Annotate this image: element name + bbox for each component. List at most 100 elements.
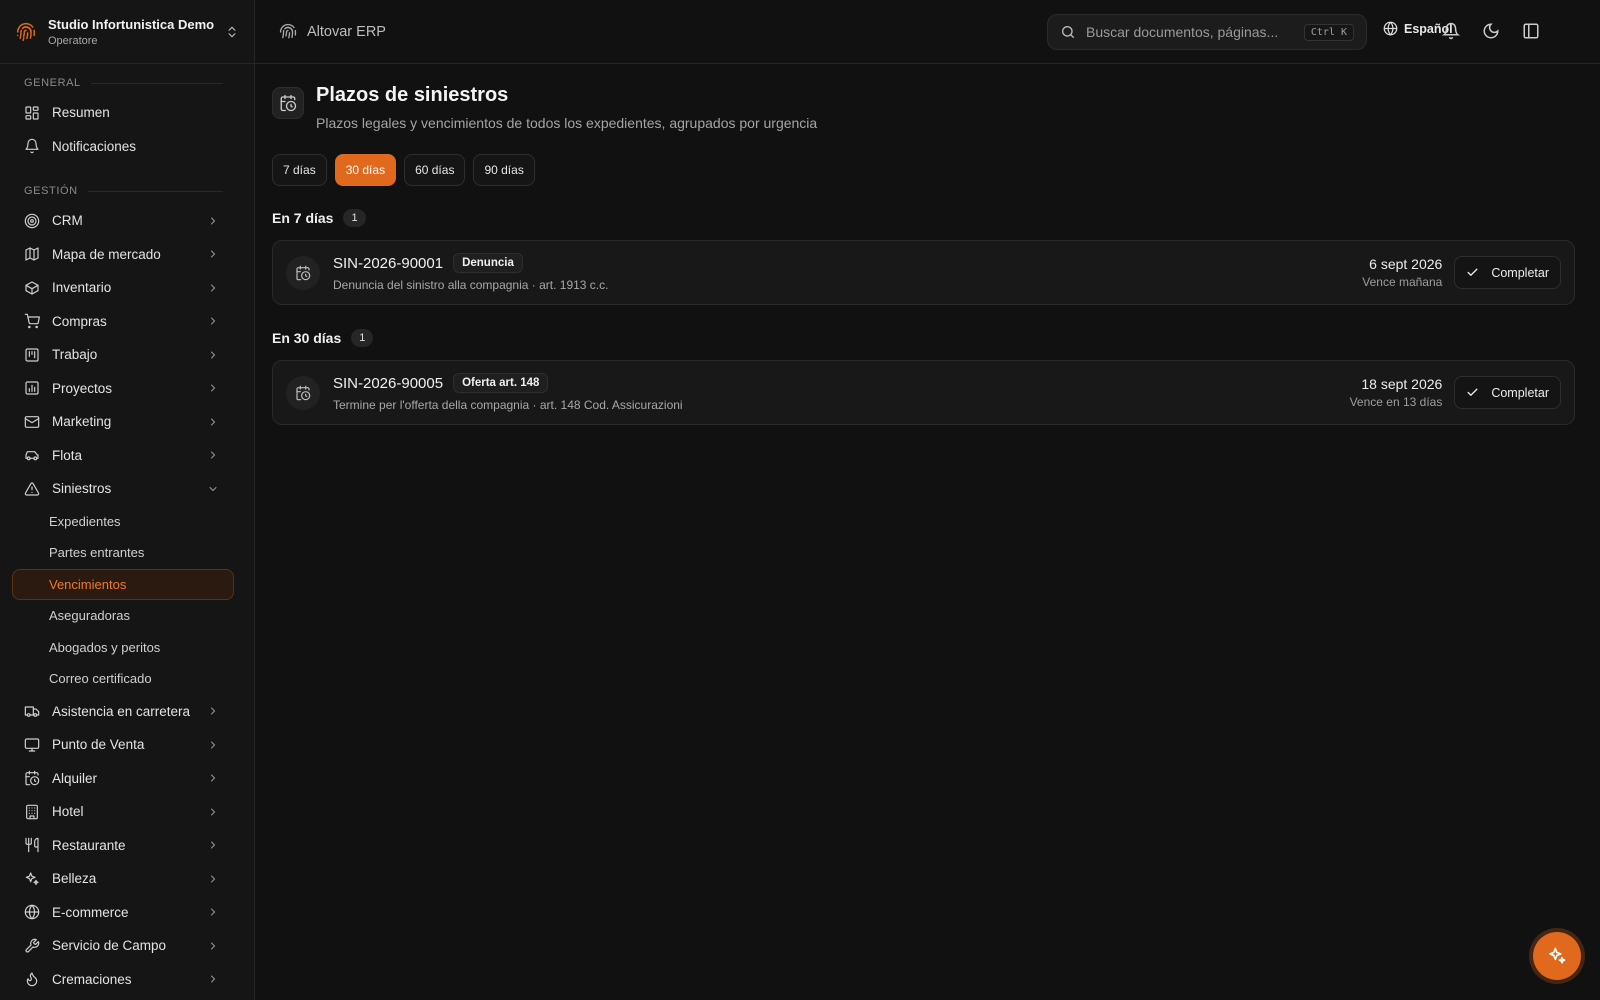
chevron-right-icon xyxy=(211,707,216,715)
sidebar-item-siniestros[interactable]: Siniestros xyxy=(0,472,255,506)
sidebar-item-belleza[interactable]: Belleza xyxy=(0,862,255,896)
sidebar: Studio Infortunistica Demo Operatore GEN… xyxy=(0,0,255,1000)
group-count-badge: 1 xyxy=(343,209,366,227)
deadline-row[interactable]: SIN-2026-90005 Oferta art. 148 Termine per… xyxy=(272,360,1575,425)
brand-name: Altovar ERP xyxy=(307,23,386,40)
deadline-group: En 7 días 1 SIN-2026-90001 Denuncia Denuncia… xyxy=(272,208,1575,305)
complete-button[interactable]: Completar xyxy=(1454,376,1561,409)
sidebar-item-notificaciones[interactable]: Notificaciones xyxy=(0,130,255,164)
fingerprint-logo-icon xyxy=(16,22,36,41)
sidebar-toggle-icon[interactable] xyxy=(1522,22,1540,40)
top-bar: Altovar ERP Buscar documentos, páginas..… xyxy=(255,0,1600,64)
sidebar-item-trabajo[interactable]: Trabajo xyxy=(0,338,255,372)
sidebar-item-alquiler[interactable]: Alquiler xyxy=(0,762,255,796)
dashboard-icon xyxy=(25,106,39,120)
sidebar-item-cremaciones[interactable]: Cremaciones xyxy=(0,963,255,997)
flame-icon xyxy=(26,972,38,987)
car-icon xyxy=(25,451,39,461)
filter-30-dias-button[interactable]: 30 días xyxy=(334,154,397,186)
chevron-right-icon xyxy=(211,317,216,325)
row-icon xyxy=(286,375,320,410)
sidebar-item-proyectos[interactable]: Proyectos xyxy=(0,372,255,406)
deadline-description: Termine per l'offerta della compagnia · … xyxy=(333,398,683,412)
ai-assistant-button[interactable] xyxy=(1533,932,1581,980)
bell-icon[interactable] xyxy=(1442,22,1460,40)
group-title: En 7 días xyxy=(272,210,334,226)
sidebar-subitem-vencimientos[interactable]: Vencimientos xyxy=(12,568,234,600)
calendar-clock-icon xyxy=(296,265,311,280)
sidebar-item-resumen[interactable]: Resumen xyxy=(0,96,255,130)
sidebar-item-label: Siniestros xyxy=(52,481,112,497)
group-title: En 30 días xyxy=(272,330,342,346)
sidebar-item-label: Hotel xyxy=(52,804,84,820)
row-icon xyxy=(286,255,320,290)
group-count-badge: 1 xyxy=(351,329,374,347)
due-relative: Vence en 13 días xyxy=(1349,395,1443,409)
chevron-right-icon xyxy=(211,741,216,749)
sidebar-subitem-expedientes[interactable]: Expedientes xyxy=(12,506,234,538)
main-content: Plazos de siniestros Plazos legales y ve… xyxy=(255,64,1600,1000)
sidebar-subitem-label: Vencimientos xyxy=(49,576,127,592)
claim-id: SIN-2026-90001 xyxy=(333,254,444,272)
complete-label: Completar xyxy=(1491,265,1549,280)
due-date: 18 sept 2026 xyxy=(1361,376,1443,392)
sidebar-item-punto-de-venta[interactable]: Punto de Venta xyxy=(0,728,255,762)
chevron-right-icon xyxy=(211,975,216,983)
sidebar-item-label: Resumen xyxy=(52,105,110,121)
filter-7-dias-button[interactable]: 7 días xyxy=(272,154,327,186)
complete-button[interactable]: Completar xyxy=(1454,256,1561,289)
claim-id: SIN-2026-90005 xyxy=(333,374,444,392)
cart-icon xyxy=(24,313,40,329)
sidebar-item-flota[interactable]: Flota xyxy=(0,439,255,473)
search-input[interactable]: Buscar documentos, páginas... Ctrl K xyxy=(1047,14,1367,50)
mail-icon xyxy=(24,415,40,428)
globe-icon xyxy=(1383,21,1398,36)
sidebar-item-crm[interactable]: CRM xyxy=(0,204,255,238)
sidebar-item-label: Restaurante xyxy=(52,837,126,853)
sidebar-item-label: Trabajo xyxy=(52,347,98,363)
sidebar-subitem-partes-entrantes[interactable]: Partes entrantes xyxy=(12,537,234,569)
section-general-text: GENERAL xyxy=(24,77,81,89)
due-date: 6 sept 2026 xyxy=(1369,256,1443,272)
deadline-group: En 30 días 1 SIN-2026-90005 Oferta art. 148… xyxy=(272,328,1575,425)
due-relative: Vence mañana xyxy=(1362,275,1443,289)
sidebar-subitem-correo-certificado[interactable]: Correo certificado xyxy=(12,663,234,695)
search-shortcut: Ctrl K xyxy=(1303,23,1354,41)
moon-icon[interactable] xyxy=(1482,22,1500,40)
chart-icon xyxy=(25,381,39,395)
sidebar-item-label: CRM xyxy=(52,213,83,229)
chevron-right-icon xyxy=(211,841,216,849)
sidebar-item-servicio-de-campo[interactable]: Servicio de Campo xyxy=(0,929,255,963)
deadline-row[interactable]: SIN-2026-90001 Denuncia Denuncia del sinis… xyxy=(272,240,1575,305)
kanban-icon xyxy=(25,348,39,362)
sidebar-item-mapa-de-mercado[interactable]: Mapa de mercado xyxy=(0,238,255,272)
sidebar-subitem-label: Expedientes xyxy=(49,513,121,529)
brand-link[interactable]: Altovar ERP xyxy=(279,23,386,41)
org-switcher[interactable]: Studio Infortunistica Demo Operatore xyxy=(0,0,255,64)
sidebar-item-e-commerce[interactable]: E-commerce xyxy=(0,896,255,930)
sidebar-subitem-aseguradoras[interactable]: Aseguradoras xyxy=(12,600,234,632)
sparkles-icon xyxy=(25,872,39,885)
page-subtitle: Plazos legales y vencimientos de todos l… xyxy=(316,115,818,131)
sidebar-subitem-abogados-y-peritos[interactable]: Abogados y peritos xyxy=(12,632,234,664)
chevron-right-icon xyxy=(211,875,216,883)
filter-60-dias-button[interactable]: 60 días xyxy=(404,154,466,186)
sidebar-item-inventario[interactable]: Inventario xyxy=(0,271,255,305)
calendar-clock-icon xyxy=(25,770,40,786)
sidebar-item-compras[interactable]: Compras xyxy=(0,305,255,339)
sidebar-item-asistencia-en-carretera[interactable]: Asistencia en carretera xyxy=(0,695,255,729)
sidebar-item-restaurante[interactable]: Restaurante xyxy=(0,829,255,863)
chevrons-up-down-icon xyxy=(228,26,236,37)
chevron-right-icon xyxy=(211,351,216,359)
sidebar-item-marketing[interactable]: Marketing xyxy=(0,405,255,439)
filter-90-dias-button[interactable]: 90 días xyxy=(473,154,535,186)
sidebar-item-label: Flota xyxy=(52,447,83,463)
sidebar-subitem-label: Partes entrantes xyxy=(49,545,145,561)
sidebar-item-hotel[interactable]: Hotel xyxy=(0,795,255,829)
search-placeholder: Buscar documentos, páginas... xyxy=(1086,24,1279,40)
box-icon xyxy=(25,281,39,295)
map-icon xyxy=(25,247,39,261)
sidebar-item-label: Punto de Venta xyxy=(52,737,145,753)
sidebar-item-label: Belleza xyxy=(52,871,97,887)
section-label-gestion: GESTIÓN xyxy=(24,183,223,199)
